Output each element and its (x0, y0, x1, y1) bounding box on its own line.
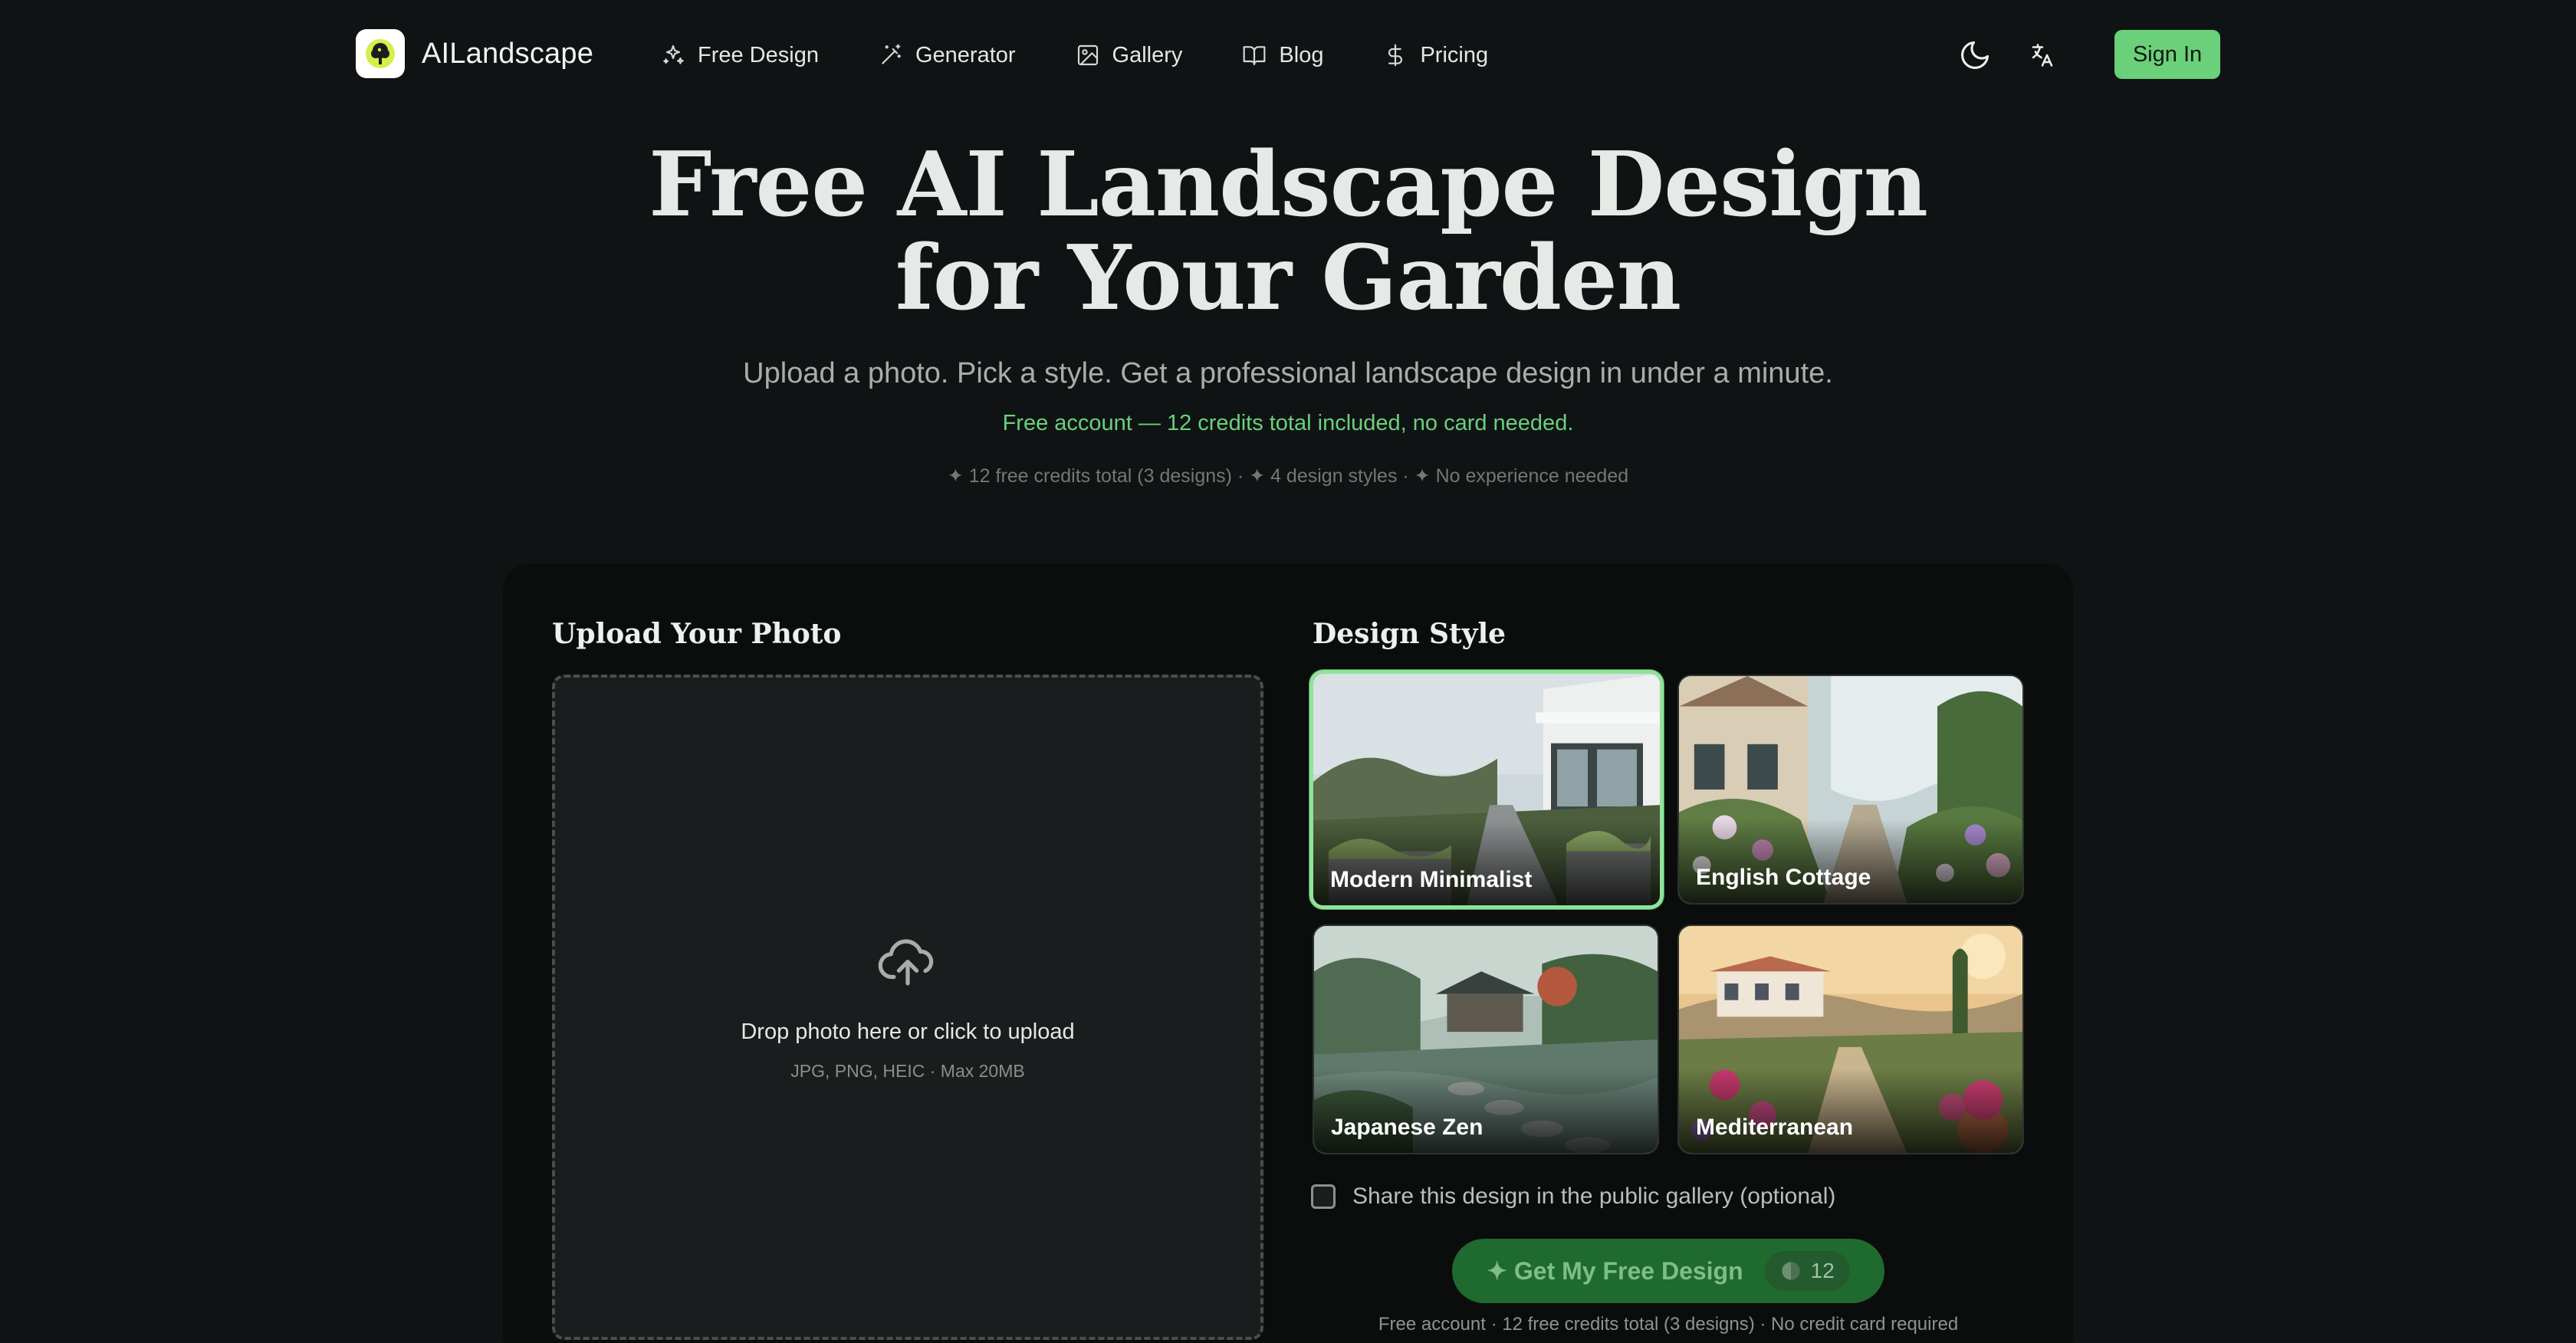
style-option-mediterranean[interactable]: Mediterranean (1677, 924, 2024, 1154)
credits-badge: 12 (1764, 1251, 1850, 1291)
style-label: Modern Minimalist (1330, 867, 1533, 892)
dropzone-hint: JPG, PNG, HEIC · Max 20MB (790, 1061, 1025, 1081)
upload-section-title: Upload Your Photo (552, 618, 842, 650)
magic-wand-icon (882, 44, 902, 64)
moon-icon (1961, 41, 1990, 69)
free-account-note: Free account — 12 credits total included… (1002, 411, 1574, 435)
translate-icon (2032, 44, 2053, 67)
hero-title-line1: Free AI Landscape Design (649, 133, 1928, 237)
nav-label: Gallery (1112, 42, 1183, 67)
image-icon (1077, 44, 1098, 66)
nav-label: Generator (915, 42, 1016, 67)
style-label: Mediterranean (1696, 1115, 1854, 1140)
share-gallery-option[interactable]: Share this design in the public gallery … (1311, 1184, 1835, 1210)
nav-label: Pricing (1420, 42, 1489, 67)
style-section-title: Design Style (1313, 618, 1506, 650)
credits-count: 12 (1810, 1259, 1835, 1282)
hero-title-line2: for Your Garden (895, 226, 1681, 330)
nav-generator[interactable]: Generator (879, 43, 1016, 68)
dollar-icon (1388, 44, 1403, 67)
nav-pricing[interactable]: Pricing (1383, 43, 1488, 68)
book-open-icon (1244, 46, 1266, 66)
nav-free-design[interactable]: Free Design (661, 43, 819, 68)
cta-label: ✦ Get My Free Design (1487, 1257, 1743, 1285)
cloud-upload-icon (878, 939, 934, 986)
coin-icon (1781, 1262, 1800, 1280)
theme-toggle-button[interactable] (1952, 32, 1998, 78)
language-button[interactable] (2019, 32, 2065, 78)
brand-name: AILandscape (422, 37, 594, 70)
dropzone-text: Drop photo here or click to upload (741, 1020, 1075, 1044)
style-option-modern-minimalist[interactable]: Modern Minimalist (1309, 670, 1664, 909)
hero-title: Free AI Landscape Design for Your Garden (0, 138, 2576, 325)
share-checkbox[interactable] (1311, 1184, 1336, 1209)
style-label: Japanese Zen (1331, 1115, 1484, 1140)
logo-tree-icon (356, 29, 405, 78)
nav-label: Free Design (698, 42, 819, 67)
nav-gallery[interactable]: Gallery (1076, 42, 1183, 68)
nav-label: Blog (1279, 42, 1324, 67)
style-option-english-cottage[interactable]: English Cottage (1677, 675, 2024, 905)
site-header: AILandscape Free Design Generator Galler… (0, 0, 2576, 110)
nav-blog[interactable]: Blog (1242, 43, 1323, 68)
feature-list: ✦ 12 free credits total (3 designs) · ✦ … (947, 465, 1629, 487)
style-option-japanese-zen[interactable]: Japanese Zen (1313, 924, 1659, 1154)
share-label: Share this design in the public gallery … (1352, 1184, 1836, 1209)
sign-in-button[interactable]: Sign In (2114, 30, 2220, 79)
main-nav: Free Design Generator Gallery Blog Prici… (661, 32, 1488, 78)
brand-logo[interactable]: AILandscape (356, 29, 593, 78)
style-label: English Cottage (1696, 865, 1871, 890)
photo-dropzone[interactable] (552, 675, 1263, 1340)
get-free-design-button[interactable]: ✦ Get My Free Design 12 (1452, 1239, 1884, 1303)
cta-footnote: Free account · 12 free credits total (3 … (1378, 1314, 1959, 1335)
sparkles-icon (663, 44, 684, 64)
hero-subtitle: Upload a photo. Pick a style. Get a prof… (743, 357, 1833, 389)
landing-page: AILandscape Free Design Generator Galler… (0, 0, 2576, 1343)
